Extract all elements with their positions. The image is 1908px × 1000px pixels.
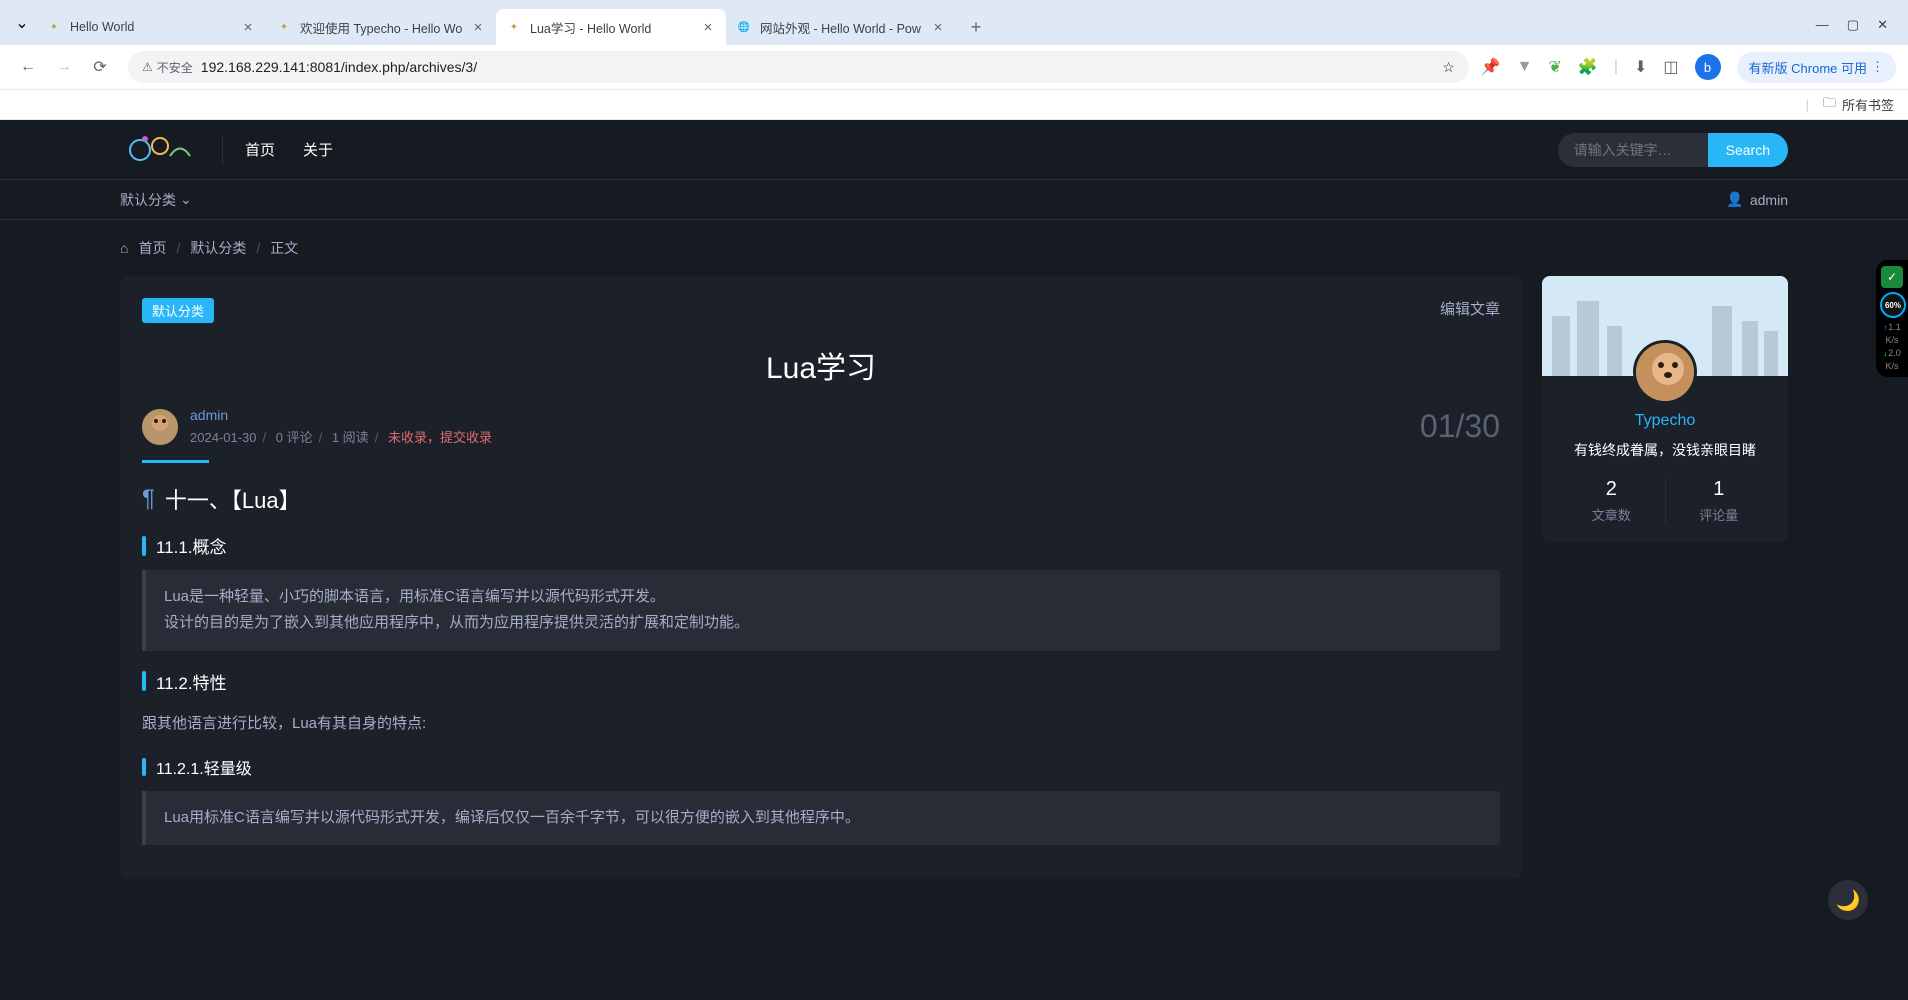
user-icon: 👤 — [1726, 191, 1743, 208]
site-header: 首页 关于 Search — [0, 120, 1908, 180]
globe-icon: 🌐 — [736, 19, 752, 35]
read-count: 1 阅读 — [332, 430, 369, 445]
theme-toggle-button[interactable]: 🌙 — [1828, 880, 1868, 920]
browser-tab-strip: ⌄ ✦ Hello World × ✦ 欢迎使用 Typecho - Hello… — [0, 0, 1908, 45]
nav-about[interactable]: 关于 — [303, 139, 333, 160]
stat-posts[interactable]: 2 文章数 — [1558, 478, 1666, 524]
window-controls: — ▢ ✕ — [1804, 17, 1900, 45]
favicon-icon: ✦ — [506, 19, 522, 35]
extension-pin-icon[interactable]: 📌 — [1481, 57, 1501, 77]
chevron-down-icon: ⌄ — [180, 191, 192, 208]
user-menu[interactable]: 👤admin — [1726, 191, 1788, 208]
paragraph: 跟其他语言进行比较，Lua有其自身的特点: — [142, 710, 1500, 737]
author-avatar[interactable] — [142, 409, 178, 445]
cpu-gauge: 60% — [1880, 292, 1906, 318]
search-input[interactable] — [1558, 133, 1708, 167]
close-icon[interactable]: × — [930, 19, 946, 35]
tab-title: Lua学习 - Hello World — [530, 18, 696, 37]
minimize-icon[interactable]: — — [1816, 17, 1829, 33]
address-bar: ← → ⟳ ⚠ 不安全 192.168.229.141:8081/index.p… — [0, 45, 1908, 90]
edit-post-link[interactable]: 编辑文章 — [1440, 298, 1500, 319]
breadcrumb-category[interactable]: 默认分类 — [190, 238, 246, 258]
favicon-icon: ✦ — [46, 19, 62, 35]
tab-title: 网站外观 - Hello World - Pow — [760, 18, 926, 37]
tab-title: Hello World — [70, 20, 236, 34]
tab-title: 欢迎使用 Typecho - Hello Wo — [300, 18, 466, 37]
section-h1[interactable]: ¶ 十一、【Lua】 — [142, 483, 1500, 515]
close-window-icon[interactable]: ✕ — [1877, 17, 1888, 33]
stat-comments[interactable]: 1 评论量 — [1666, 478, 1773, 524]
insecure-badge[interactable]: ⚠ 不安全 — [142, 59, 193, 76]
pilcrow-icon: ¶ — [142, 485, 155, 513]
all-bookmarks-button[interactable]: 🗀 所有书签 — [1823, 94, 1894, 116]
browser-tab[interactable]: ✦ Hello World × — [36, 9, 266, 45]
maximize-icon[interactable]: ▢ — [1847, 17, 1859, 33]
extensions-icon[interactable]: 🧩 — [1578, 57, 1598, 77]
reading-list-icon[interactable]: ◫ — [1663, 57, 1678, 77]
nav-home[interactable]: 首页 — [245, 139, 275, 160]
breadcrumb: ⌂ 首页 / 默认分类 / 正文 — [0, 220, 1908, 276]
breadcrumb-current: 正文 — [270, 238, 298, 258]
section-h2: 11.2.特性 — [142, 669, 1500, 694]
profile-banner — [1542, 276, 1788, 376]
comment-count[interactable]: 0 评论 — [276, 430, 313, 445]
favicon-icon: ✦ — [276, 19, 292, 35]
category-bar: 默认分类 ⌄ 👤admin — [0, 180, 1908, 220]
browser-tab-active[interactable]: ✦ Lua学习 - Hello World × — [496, 9, 726, 45]
date-large: 01/30 — [1420, 408, 1500, 445]
browser-tab[interactable]: ✦ 欢迎使用 Typecho - Hello Wo × — [266, 9, 496, 45]
close-icon[interactable]: × — [240, 19, 256, 35]
post-date: 2024-01-30 — [190, 430, 257, 445]
profile-name[interactable]: Typecho — [1558, 412, 1772, 430]
upload-icon: ↑ — [1883, 323, 1887, 332]
profile-avatar[interactable]: b — [1695, 54, 1721, 80]
moon-icon: 🌙 — [1836, 888, 1861, 913]
post-title: Lua学习 — [142, 343, 1500, 387]
baidu-status[interactable]: 未收录，提交收录 — [388, 430, 492, 445]
blockquote: Lua用标准C语言编写并以源代码形式开发，编译后仅仅一百余千字节，可以很方便的嵌… — [142, 791, 1500, 845]
extension-vue-icon[interactable]: ▼ — [1517, 58, 1533, 76]
article-card: 默认分类 编辑文章 Lua学习 admin 2024-01-30/ 0 评论/ … — [120, 276, 1522, 879]
forward-button: → — [48, 51, 80, 83]
bookmark-bar: | 🗀 所有书签 — [0, 90, 1908, 120]
section-h2: 11.1.概念 — [142, 533, 1500, 558]
update-chrome-chip[interactable]: 有新版 Chrome 可用 ⋮ — [1737, 52, 1896, 83]
category-dropdown[interactable]: 默认分类 ⌄ — [120, 190, 192, 210]
section-h3: 11.2.1.轻量级 — [142, 755, 1500, 779]
close-icon[interactable]: × — [700, 19, 716, 35]
network-monitor-widget[interactable]: ✓ 60% ↑1.1 K/s ↓2.0 K/s — [1876, 260, 1908, 377]
blockquote: Lua是一种轻量、小巧的脚本语言，用标准C语言编写并以源代码形式开发。 设计的目… — [142, 570, 1500, 651]
site-logo[interactable] — [120, 130, 200, 170]
author-link[interactable]: admin — [190, 407, 492, 423]
browser-tab[interactable]: 🌐 网站外观 - Hello World - Pow × — [726, 9, 956, 45]
star-icon[interactable]: ☆ — [1442, 59, 1455, 76]
back-button[interactable]: ← — [12, 51, 44, 83]
profile-avatar-large[interactable] — [1633, 340, 1697, 404]
profile-card: Typecho 有钱终成眷属，没钱亲眼目睹 2 文章数 1 评论量 — [1542, 276, 1788, 542]
tab-list-dropdown[interactable]: ⌄ — [8, 9, 36, 37]
home-icon: ⌂ — [120, 240, 128, 256]
shield-icon: ✓ — [1881, 266, 1903, 288]
post-meta: admin 2024-01-30/ 0 评论/ 1 阅读/ 未收录，提交收录 0… — [142, 407, 1500, 463]
reload-button[interactable]: ⟳ — [84, 51, 116, 83]
close-icon[interactable]: × — [470, 19, 486, 35]
extension-leaf-icon[interactable]: ❦ — [1549, 57, 1562, 77]
new-tab-button[interactable]: + — [962, 13, 990, 41]
url-text: 192.168.229.141:8081/index.php/archives/… — [201, 59, 477, 75]
search-button[interactable]: Search — [1708, 133, 1788, 167]
downloads-icon[interactable]: ⬇ — [1634, 57, 1647, 77]
download-icon: ↓ — [1883, 349, 1887, 358]
breadcrumb-home[interactable]: 首页 — [138, 238, 166, 258]
profile-motto: 有钱终成眷属，没钱亲眼目睹 — [1558, 440, 1772, 460]
url-input[interactable]: ⚠ 不安全 192.168.229.141:8081/index.php/arc… — [128, 51, 1469, 83]
category-tag[interactable]: 默认分类 — [142, 298, 214, 323]
